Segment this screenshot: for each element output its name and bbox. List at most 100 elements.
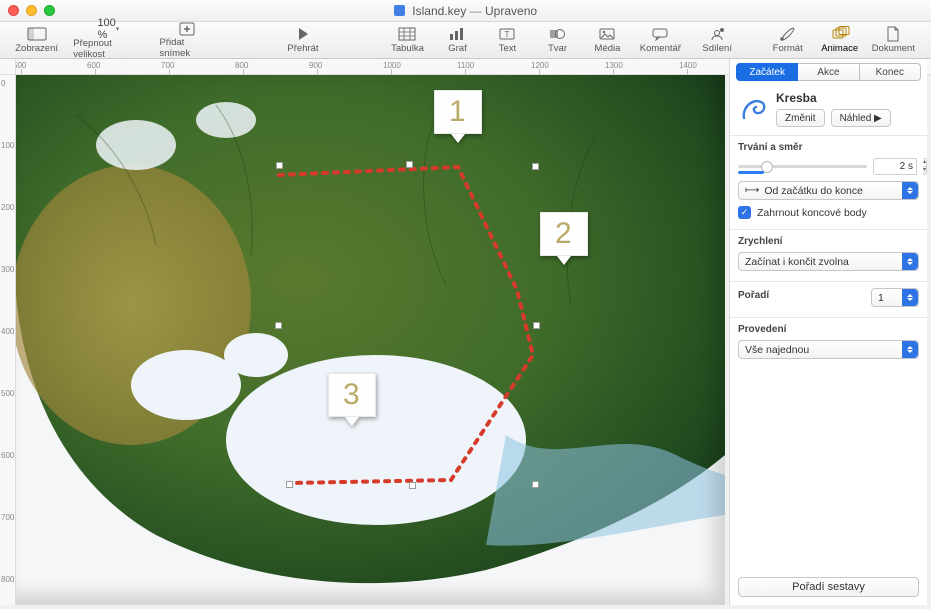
marker-number: 3 [343,378,361,411]
selection-handle[interactable] [533,322,540,329]
tab-end[interactable]: Konec [860,63,921,81]
map-marker-1[interactable]: 1 [434,90,482,143]
zoom-window-button[interactable] [44,5,55,16]
play-icon [293,26,313,42]
duration-stepper[interactable]: ▴▾ [923,158,927,175]
share-label: Sdílení [702,43,732,54]
share-button[interactable]: Sdílení [694,23,740,57]
svg-text:T: T [505,30,510,39]
animate-label: Animace [821,43,858,54]
play-button[interactable]: Přehrát [243,23,363,57]
selection-handle[interactable] [409,482,416,489]
marker-pointer-icon [345,417,359,426]
ruler-vertical[interactable]: 0100200300400500600700800 [0,75,16,605]
filename: Island.key [412,4,466,18]
comment-label: Komentář [640,43,681,54]
play-label: Přehrát [287,43,318,54]
zoom-label: Přepnout velikost [73,38,143,60]
change-effect-button[interactable]: Změnit [776,109,825,127]
document-pane-button[interactable]: Dokument [866,23,921,57]
document-label: Dokument [872,43,915,54]
marker-pointer-icon [451,134,465,143]
media-button[interactable]: Média [584,23,630,57]
map-marker-2[interactable]: 2 [540,212,588,265]
text-label: Text [499,43,516,54]
selection-handle[interactable] [276,162,283,169]
close-window-button[interactable] [8,5,19,16]
marker-number: 1 [449,95,467,128]
view-button[interactable]: Zobrazení [10,23,63,57]
shape-button[interactable]: Tvar [534,23,580,57]
easing-popup[interactable]: Začínat i končit zvolna [738,252,919,271]
format-label: Formát [773,43,803,54]
minimize-window-button[interactable] [26,5,37,16]
preview-button[interactable]: Náhled ▶ [831,109,891,127]
comment-icon [650,26,670,42]
order-section: Pořadí 1 [730,281,927,317]
add-slide-button[interactable]: Přidat snímek [154,23,222,57]
build-order-button[interactable]: Pořadí sestavy [738,577,919,597]
comment-button[interactable]: Komentář [634,23,686,57]
animate-pane-button[interactable]: Animace [814,23,866,57]
easing-value: Začínat i končit zvolna [745,256,849,268]
effect-preview-icon [738,94,768,124]
ruler-horizontal[interactable]: 50060070080090010001100120013001400 [16,59,725,74]
delivery-section: Provedení Vše najednou [730,317,927,369]
title-bar: Island.key — Upraveno [0,0,931,22]
easing-header: Zrychlení [738,236,919,247]
marker-number: 2 [555,217,573,250]
include-endpoints-checkbox[interactable]: ✓ [738,206,751,219]
table-label: Tabulka [391,43,424,54]
delivery-value: Vše najednou [745,344,809,356]
selection-handle[interactable] [532,163,539,170]
add-slide-label: Přidat snímek [160,37,216,59]
slide-canvas[interactable]: 1 2 3 [16,75,725,605]
share-icon [707,26,727,42]
zoom-value-display: 100 % ▾ [98,21,118,37]
order-value: 1 [878,292,884,304]
text-button[interactable]: T Text [484,23,530,57]
selection-handle[interactable] [532,481,539,488]
window-controls [8,5,55,16]
popup-arrows-icon [902,341,918,358]
window-title: Island.key — Upraveno [0,4,931,18]
title-separator: — [470,4,482,18]
animate-icon [830,26,850,42]
toolbar: Zobrazení 100 % ▾ Přepnout velikost Přid… [0,22,931,59]
marker-pointer-icon [557,256,571,265]
ruler-corner [0,59,16,74]
delivery-popup[interactable]: Vše najednou [738,340,919,359]
view-icon [27,26,47,42]
scrollbar-horizontal[interactable] [16,605,725,609]
table-button[interactable]: Tabulka [384,23,430,57]
plus-icon [177,22,197,36]
edited-status: Upraveno [485,4,537,18]
media-icon [597,26,617,42]
build-tabs: Začátek Akce Konec [736,63,921,81]
format-pane-button[interactable]: Formát [762,23,814,57]
chart-button[interactable]: Graf [434,23,480,57]
popup-arrows-icon [902,253,918,270]
text-icon: T [497,26,517,42]
order-popup[interactable]: 1 [871,288,919,307]
selection-handle[interactable] [406,161,413,168]
tab-begin[interactable]: Začátek [736,63,798,81]
effect-name: Kresba [776,91,919,105]
zoom-menu[interactable]: 100 % ▾ Přepnout velikost [67,23,149,57]
main-area: 0100200300400500600700800 [0,75,725,605]
inspector-panel: Začátek Akce Konec Kresba Změnit Náhled … [729,59,927,605]
include-endpoints-label: Zahrnout koncové body [757,207,867,219]
duration-slider[interactable] [738,165,867,168]
document-pane-icon [883,26,903,42]
brush-icon [778,26,798,42]
selection-handle[interactable] [275,322,282,329]
popup-arrows-icon [902,289,918,306]
duration-field[interactable] [873,158,917,175]
delivery-header: Provedení [738,324,919,335]
tab-action[interactable]: Akce [798,63,859,81]
selection-handle[interactable] [286,481,293,488]
order-header: Pořadí [738,290,769,301]
chart-icon [447,26,467,42]
map-marker-3[interactable]: 3 [328,373,376,426]
direction-popup[interactable]: ⟼ Od začátku do konce [738,181,919,200]
